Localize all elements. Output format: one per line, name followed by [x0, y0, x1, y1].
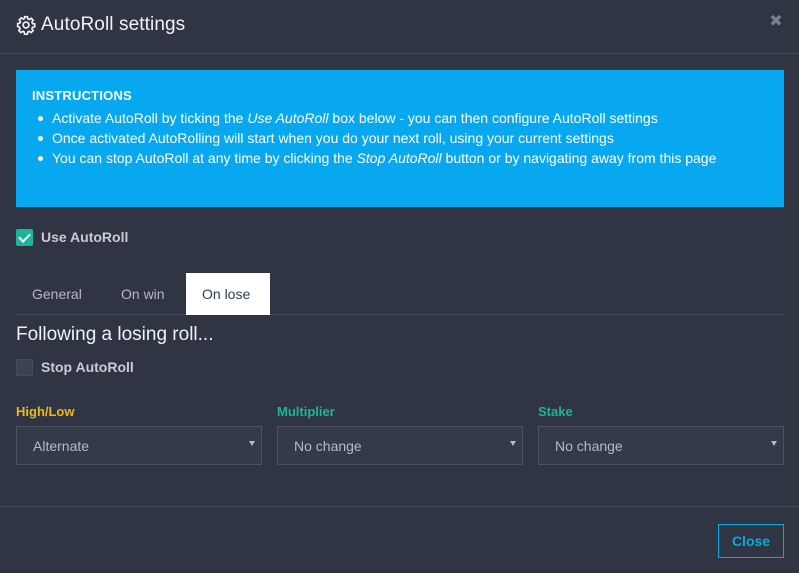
chevron-down-icon	[771, 441, 777, 446]
multiplier-select[interactable]: No change	[277, 426, 523, 465]
modal-header: AutoRoll settings ✖	[0, 0, 799, 54]
high-low-field: High/Low Alternate	[16, 404, 262, 465]
modal-footer: Close	[0, 506, 799, 573]
stake-select[interactable]: No change	[538, 426, 784, 465]
instruction-item: Once activated AutoRolling will start wh…	[38, 128, 768, 148]
stop-autoroll-label[interactable]: Stop AutoRoll	[41, 359, 134, 375]
multiplier-value: No change	[294, 438, 362, 454]
tab-on-win[interactable]: On win	[105, 273, 181, 315]
modal-title: AutoRoll settings	[41, 14, 186, 35]
stop-autoroll-checkbox[interactable]: Stop AutoRoll	[16, 358, 134, 376]
chevron-down-icon	[510, 441, 516, 446]
high-low-label: High/Low	[16, 404, 75, 419]
gear-icon	[16, 15, 36, 35]
autoroll-settings-modal: AutoRoll settings ✖ INSTRUCTIONS Activat…	[0, 0, 799, 573]
instruction-item: Activate AutoRoll by ticking the Use Aut…	[38, 108, 768, 128]
instructions-heading: INSTRUCTIONS	[32, 88, 132, 103]
instruction-item: You can stop AutoRoll at any time by cli…	[38, 148, 768, 168]
multiplier-field: Multiplier No change	[277, 404, 523, 465]
section-title: Following a losing roll...	[16, 324, 214, 345]
settings-tabs: General On win On lose	[16, 273, 784, 315]
stake-label: Stake	[538, 404, 573, 419]
checkbox-unchecked[interactable]	[16, 358, 33, 376]
use-autoroll-label[interactable]: Use AutoRoll	[41, 229, 128, 245]
chevron-down-icon	[249, 441, 255, 446]
high-low-value: Alternate	[33, 438, 90, 454]
stake-field: Stake No change	[538, 404, 784, 465]
tab-general[interactable]: General	[16, 273, 98, 315]
use-autoroll-checkbox[interactable]: Use AutoRoll	[16, 228, 128, 246]
close-button[interactable]: Close	[718, 524, 784, 558]
close-icon[interactable]: ✖	[769, 14, 783, 30]
high-low-select[interactable]: Alternate	[16, 426, 262, 465]
instructions-list: Activate AutoRoll by ticking the Use Aut…	[32, 108, 768, 168]
stake-value: No change	[555, 438, 623, 454]
multiplier-label: Multiplier	[277, 404, 335, 419]
checkbox-checked[interactable]	[16, 228, 33, 246]
tab-on-lose[interactable]: On lose	[186, 273, 270, 315]
instructions-panel: INSTRUCTIONS Activate AutoRoll by tickin…	[16, 70, 784, 207]
